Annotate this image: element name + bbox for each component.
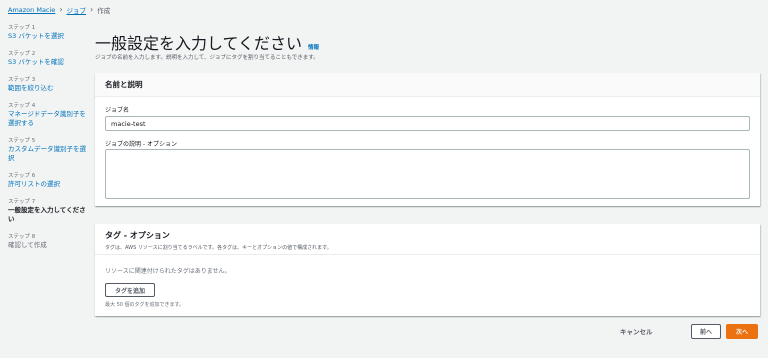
add-tag-button[interactable]: タグを追加	[105, 283, 155, 297]
name-description-panel: 名前と説明 ジョブ名 macie-test ジョブの説明 - オプション	[95, 73, 760, 206]
tags-description: タグは、AWS リソースに割り当てるラベルです。各タグは、キーとオプションの値で…	[105, 245, 332, 251]
breadcrumb-current: 作成	[97, 7, 111, 15]
step-number: ステップ 8	[8, 234, 36, 240]
step-label[interactable]: カスタムデータ識別子を選択	[8, 145, 88, 163]
step-4[interactable]: ステップ 4 マネージドデータ識別子を選択する	[8, 102, 88, 128]
step-3[interactable]: ステップ 3 範囲を絞り込む	[8, 76, 88, 93]
step-number: ステップ 4	[8, 103, 36, 109]
job-description-textarea[interactable]	[105, 149, 750, 199]
step-2[interactable]: ステップ 2 S3 バケットを確認	[8, 50, 88, 67]
step-number: ステップ 2	[8, 51, 36, 57]
step-number: ステップ 5	[8, 138, 36, 144]
step-6[interactable]: ステップ 6 許可リストの選択	[8, 172, 88, 189]
tags-title: タグ - オプション	[105, 231, 170, 240]
tag-limit-hint: 最大 50 個のタグを追加できます。	[105, 302, 185, 308]
step-number: ステップ 6	[8, 173, 36, 179]
step-5[interactable]: ステップ 5 カスタムデータ識別子を選択	[8, 137, 88, 163]
chevron-right-icon: ›	[90, 5, 94, 14]
step-label: 一般設定を入力してください	[8, 206, 86, 223]
job-description-label: ジョブの説明 - オプション	[105, 141, 177, 148]
step-label[interactable]: S3 バケットを選択	[8, 32, 88, 41]
step-number: ステップ 7	[8, 199, 36, 205]
tags-header: タグ - オプション タグは、AWS リソースに割り当てるラベルです。各タグは、…	[105, 230, 332, 251]
no-tags-message: リソースに関連付けられたタグはありません。	[105, 268, 231, 275]
next-button[interactable]: 次へ	[726, 324, 758, 339]
job-name-input[interactable]: macie-test	[105, 116, 750, 131]
chevron-right-icon: ›	[59, 5, 63, 14]
step-7-current: ステップ 7 一般設定を入力してください	[8, 198, 88, 224]
breadcrumb-macie-link[interactable]: Amazon Macie	[8, 6, 55, 14]
page-title: 一般設定を入力してください	[95, 34, 303, 53]
cancel-button[interactable]: キャンセル	[620, 326, 653, 336]
step-1[interactable]: ステップ 1 S3 バケットを選択	[8, 24, 88, 41]
step-label: 確認して作成	[8, 241, 47, 249]
page-description: ジョブの名前を入力します。説明を入力して、ジョブにタグを割り当てることもできます…	[95, 55, 319, 61]
step-navigation: ステップ 1 S3 バケットを選択 ステップ 2 S3 バケットを確認 ステップ…	[8, 24, 88, 259]
step-label[interactable]: S3 バケットを確認	[8, 58, 88, 67]
step-label[interactable]: 許可リストの選択	[8, 180, 88, 189]
breadcrumb-jobs-link[interactable]: ジョブ	[67, 5, 87, 15]
panel-title: 名前と説明	[105, 80, 143, 89]
info-link[interactable]: 情報	[308, 43, 319, 51]
step-label[interactable]: 範囲を絞り込む	[8, 84, 88, 93]
step-number: ステップ 3	[8, 77, 36, 83]
step-number: ステップ 1	[8, 25, 36, 31]
step-label[interactable]: マネージドデータ識別子を選択する	[8, 110, 88, 128]
divider	[95, 254, 760, 255]
page-header: 一般設定を入力してください 情報	[95, 30, 319, 54]
panel-header: 名前と説明	[95, 73, 760, 97]
tags-panel: タグ - オプション タグは、AWS リソースに割り当てるラベルです。各タグは、…	[95, 224, 760, 316]
breadcrumb: Amazon Macie › ジョブ › 作成	[8, 4, 110, 16]
job-name-label: ジョブ名	[105, 107, 130, 114]
previous-button[interactable]: 前へ	[691, 324, 721, 339]
step-8: ステップ 8 確認して作成	[8, 233, 88, 250]
